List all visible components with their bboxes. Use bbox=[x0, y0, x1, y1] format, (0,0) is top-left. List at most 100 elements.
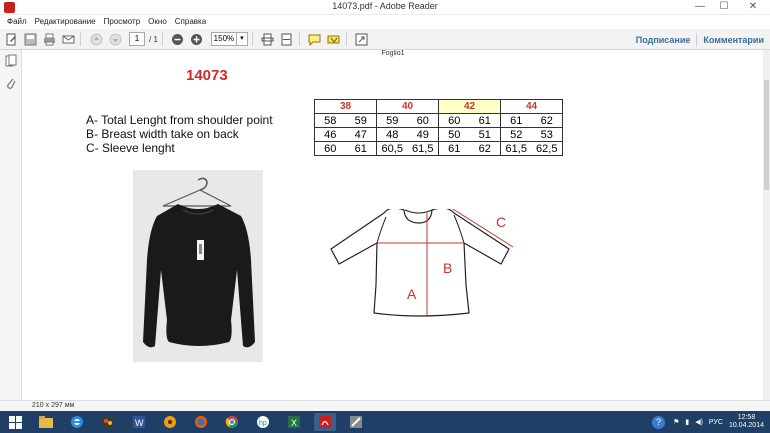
tools-icon[interactable] bbox=[345, 413, 367, 431]
diagram-label-b: B bbox=[443, 260, 452, 276]
pdf-page: Foglio1 14073 A- Total Lenght from shoul… bbox=[23, 50, 763, 400]
zoom-in-icon[interactable] bbox=[189, 31, 205, 47]
toolbar-separator bbox=[251, 32, 253, 46]
scrollbar-thumb[interactable] bbox=[764, 80, 769, 190]
clock[interactable]: 12:58 10.04.2014 bbox=[729, 414, 764, 430]
table-cell: 61 bbox=[345, 141, 377, 156]
table-cell: 50 bbox=[438, 127, 470, 142]
email-icon[interactable] bbox=[60, 31, 76, 47]
svg-text:hp: hp bbox=[259, 420, 267, 427]
attachments-icon[interactable] bbox=[3, 76, 19, 92]
diagram-label-c: C bbox=[496, 214, 506, 230]
print-icon[interactable] bbox=[41, 31, 57, 47]
menu-view[interactable]: Просмотр bbox=[100, 15, 145, 29]
excel-icon[interactable]: X bbox=[283, 413, 305, 431]
menu-file[interactable]: Файл bbox=[3, 15, 31, 29]
model-number: 14073 bbox=[186, 67, 228, 84]
volume-icon[interactable]: ◀) bbox=[695, 418, 703, 426]
measurement-diagram: A B C bbox=[330, 209, 514, 317]
maximize-button[interactable]: ☐ bbox=[712, 0, 736, 14]
zoom-out-icon[interactable] bbox=[170, 31, 186, 47]
svg-text:W: W bbox=[135, 418, 144, 428]
table-cell: 60 bbox=[314, 141, 346, 156]
game-icon[interactable] bbox=[97, 413, 119, 431]
hp-icon[interactable]: hp bbox=[252, 413, 274, 431]
table-cell: 62 bbox=[469, 141, 501, 156]
previous-page-icon[interactable] bbox=[88, 31, 104, 47]
help-icon[interactable]: ? bbox=[652, 415, 666, 429]
zoom-level-input[interactable]: 150% bbox=[210, 32, 237, 46]
sheet-name: Foglio1 bbox=[381, 50, 405, 57]
measure-labels: A- Total Lenght from shoulder point B- B… bbox=[86, 113, 273, 155]
save-icon[interactable] bbox=[22, 31, 38, 47]
comments-link[interactable]: Комментарии bbox=[697, 35, 770, 45]
close-button[interactable]: ✕ bbox=[736, 0, 770, 14]
table-row: 46 47 48 49 50 51 52 53 bbox=[314, 127, 563, 142]
expand-icon[interactable] bbox=[354, 31, 370, 47]
table-cell: 61 bbox=[438, 141, 470, 156]
measure-c-label: C- Sleeve lenght bbox=[86, 141, 175, 155]
acrobat-icon[interactable] bbox=[314, 413, 336, 431]
page-size-label: 210 x 297 мм bbox=[32, 402, 75, 409]
fit-width-icon[interactable] bbox=[279, 31, 295, 47]
flag-icon[interactable]: ⚑ bbox=[673, 418, 679, 426]
table-cell: 51 bbox=[469, 127, 501, 142]
toolbar-separator bbox=[80, 32, 81, 46]
clock-time: 12:58 bbox=[737, 414, 756, 421]
table-cell: 62 bbox=[531, 113, 563, 128]
table-cell: 53 bbox=[531, 127, 563, 142]
table-cell: 59 bbox=[376, 113, 408, 128]
menu-help[interactable]: Справка bbox=[171, 15, 210, 29]
system-tray: ? ⚑ ▮ ◀) РУС 12:58 10.04.2014 bbox=[652, 411, 770, 433]
next-page-icon[interactable] bbox=[107, 31, 123, 47]
garment-photo bbox=[133, 170, 263, 362]
table-cell: 60,5 bbox=[376, 141, 408, 156]
table-cell: 60 bbox=[438, 113, 470, 128]
toolbar-right-links: Подписание Комментарии bbox=[630, 29, 770, 50]
table-cell: 52 bbox=[500, 127, 532, 142]
toolbar-separator bbox=[298, 32, 300, 46]
chrome-icon[interactable] bbox=[221, 413, 243, 431]
menu-edit[interactable]: Редактирование bbox=[31, 15, 100, 29]
table-cell: 47 bbox=[345, 127, 377, 142]
windows-start-icon[interactable] bbox=[4, 413, 26, 431]
minimize-button[interactable]: — bbox=[688, 0, 712, 14]
comment-icon[interactable] bbox=[307, 31, 323, 47]
highlight-icon[interactable] bbox=[326, 31, 342, 47]
page-number-input[interactable]: 1 bbox=[129, 32, 145, 46]
zoom-dropdown-button[interactable]: ▾ bbox=[236, 32, 248, 46]
create-pdf-icon[interactable] bbox=[3, 31, 19, 47]
internet-explorer-icon[interactable] bbox=[66, 413, 88, 431]
window-controls: — ☐ ✕ bbox=[688, 0, 770, 14]
vertical-scrollbar[interactable] bbox=[763, 50, 770, 400]
size-table: 38 40 42 44 58 59 59 60 60 61 61 62 46 4… bbox=[314, 99, 563, 156]
diagram-label-a: A bbox=[407, 286, 417, 302]
measure-b-label: B- Breast width take on back bbox=[86, 127, 239, 141]
table-row: 58 59 59 60 60 61 61 62 bbox=[314, 113, 563, 128]
taskbar: W hp X ? ⚑ ▮ ◀) РУС 12:58 10.04.2014 bbox=[0, 411, 770, 433]
size-header-highlighted: 42 bbox=[438, 99, 501, 114]
window-title: 14073.pdf - Adobe Reader bbox=[332, 1, 438, 11]
menu-window[interactable]: Окно bbox=[144, 15, 171, 29]
title-bar: 14073.pdf - Adobe Reader — ☐ ✕ bbox=[0, 0, 770, 15]
table-cell: 61 bbox=[469, 113, 501, 128]
size-header: 40 bbox=[376, 99, 439, 114]
table-cell: 61 bbox=[500, 113, 532, 128]
status-bar: 210 x 297 мм bbox=[0, 400, 770, 411]
sign-link[interactable]: Подписание bbox=[630, 35, 697, 45]
network-icon[interactable]: ▮ bbox=[685, 418, 689, 426]
table-cell: 48 bbox=[376, 127, 408, 142]
word-icon[interactable]: W bbox=[128, 413, 150, 431]
audio-player-icon[interactable] bbox=[159, 413, 181, 431]
measure-a-label: A- Total Lenght from shoulder point bbox=[86, 113, 273, 127]
navigation-pane bbox=[0, 50, 22, 400]
table-row: 60 61 60,5 61,5 61 62 61,5 62,5 bbox=[314, 141, 563, 156]
firefox-icon[interactable] bbox=[190, 413, 212, 431]
language-indicator[interactable]: РУС bbox=[709, 419, 723, 426]
menu-bar: Файл Редактирование Просмотр Окно Справк… bbox=[0, 15, 770, 29]
page-thumbnails-icon[interactable] bbox=[3, 54, 19, 70]
table-cell: 49 bbox=[407, 127, 439, 142]
folder-icon[interactable] bbox=[35, 413, 57, 431]
document-viewer[interactable]: Foglio1 14073 A- Total Lenght from shoul… bbox=[23, 50, 770, 400]
fit-page-icon[interactable] bbox=[260, 31, 276, 47]
